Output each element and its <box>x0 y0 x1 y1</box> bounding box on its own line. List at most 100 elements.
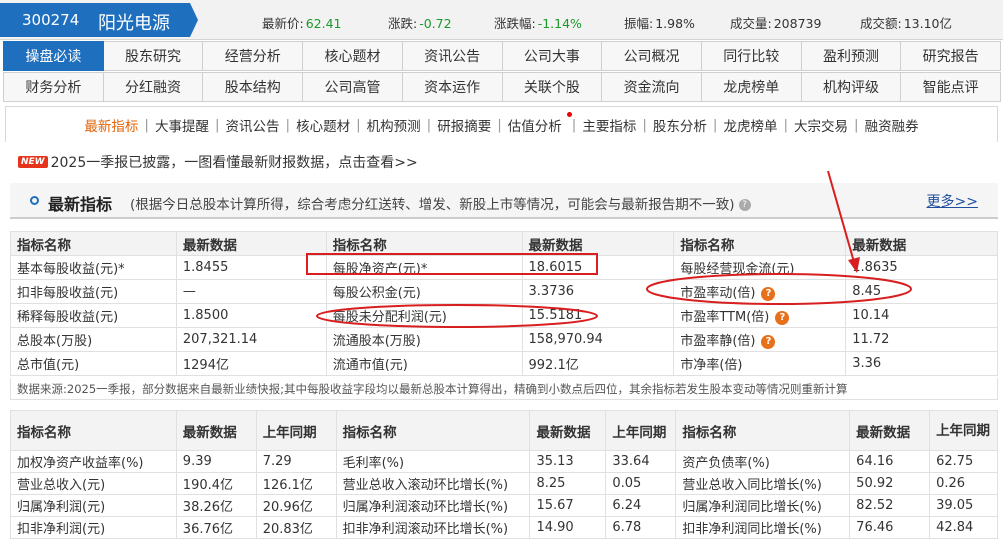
nav-tab[interactable]: 财务分析 <box>3 72 104 102</box>
section-desc: (根据今日总股本计算所得，综合考虑分红送转、增发、新股上市等情况，可能会与最新报… <box>130 193 751 213</box>
nav-tab[interactable]: 股本结构 <box>203 72 304 102</box>
main-nav-row-2: 财务分析 分红融资 股本结构 公司高管 资本运作 关联个股 资金流向 龙虎榜单 机构评级 智能点评 <box>3 72 1002 102</box>
quote-item: 成交量: 208739 <box>730 13 821 32</box>
subnav-item[interactable]: 融资融券 <box>859 115 925 135</box>
indicator-value: 992.1亿 <box>521 351 675 376</box>
subnav-item[interactable]: 估值分析 <box>502 111 572 135</box>
help-icon[interactable]: ? <box>761 286 776 301</box>
nav-tab[interactable]: 股东研究 <box>103 41 204 71</box>
nav-tab[interactable]: 核心题材 <box>303 41 403 71</box>
subnav-label: 资讯公告 <box>225 118 280 135</box>
subnav-item[interactable]: 研报摘要 <box>431 115 497 135</box>
subnav-item[interactable]: 大宗交易 <box>788 115 854 135</box>
nav-tab[interactable]: 智能点评 <box>901 72 1002 102</box>
subnav-item[interactable]: 主要指标 <box>576 115 642 135</box>
table-row: 稀释每股收益(元) 1.8500 每股未分配利润(元) 15.5181 市盈率TTM(倍… <box>10 303 998 328</box>
column-header: 上年同期 <box>929 410 998 451</box>
help-icon[interactable]: ? <box>775 310 790 325</box>
subnav-item[interactable]: 资讯公告 <box>220 115 286 135</box>
subnav-item[interactable]: 机构预测 <box>361 115 427 135</box>
indicator-value: — <box>175 279 327 304</box>
nav-tab[interactable]: 资金流向 <box>602 72 702 102</box>
nav-tab[interactable]: 资讯公告 <box>402 41 503 71</box>
subnav-label: 机构预测 <box>366 118 421 135</box>
help-icon[interactable]: ? <box>761 334 776 349</box>
indicator-name: 市盈率静(倍)? <box>673 327 847 352</box>
subnav-label: 主要指标 <box>582 118 637 135</box>
column-header: 指标名称 <box>673 231 847 256</box>
nav-tab[interactable]: 操盘必读 <box>3 41 104 71</box>
indicator-value: 15.5181 <box>521 303 675 328</box>
nav-tab[interactable]: 同行比较 <box>701 41 802 71</box>
indicator-name: 基本每股收益(元)* <box>10 255 177 280</box>
indicator-value: 10.14 <box>845 303 998 328</box>
indicator-name: 营业总收入同比增长(%) <box>675 472 851 495</box>
table-row: 基本每股收益(元)* 1.8455 每股净资产(元)* 18.6015 每股经营现金流(… <box>10 255 998 280</box>
notice-banner[interactable]: NEW 2025一季报已披露，一图看懂最新财报数据，点击查看>> <box>18 152 418 172</box>
indicator-value: 7.29 <box>255 450 337 473</box>
latest-indicators-table: 指标名称 最新数据 指标名称 最新数据 指标名称 最新数据 基本每股收益(元)* 1.8455… <box>10 231 998 376</box>
indicator-name: 扣非净利润(元) <box>10 516 177 539</box>
indicator-value: 8.45 <box>845 279 998 304</box>
subnav-label: 大宗交易 <box>794 118 849 135</box>
nav-tab[interactable]: 研究报告 <box>901 41 1002 71</box>
indicator-value: 11.72 <box>845 327 998 352</box>
quote-value: 62.41 <box>305 16 342 31</box>
stock-code-box[interactable]: 300274 阳光电源 <box>0 3 198 37</box>
nav-tab[interactable]: 龙虎榜单 <box>701 72 802 102</box>
subnav-item[interactable]: 股东分析 <box>647 115 713 135</box>
nav-tab[interactable]: 关联个股 <box>502 72 603 102</box>
quote-value: 208739 <box>773 16 822 31</box>
indicator-name: 扣非每股收益(元) <box>10 279 177 304</box>
source-note: 数据来源:2025一季报，部分数据来自最新业绩快报;其中每股收益字段均以最新总股… <box>10 378 998 400</box>
indicator-name: 毛利率(%) <box>335 450 531 473</box>
nav-tab[interactable]: 机构评级 <box>801 72 902 102</box>
subnav-label: 大事提醒 <box>154 118 209 135</box>
indicator-value: 1294亿 <box>175 351 327 376</box>
quote-value: 13.10亿 <box>903 16 953 31</box>
nav-tab[interactable]: 公司大事 <box>502 41 603 71</box>
quote-item: 涨跌: -0.72 <box>388 13 452 32</box>
indicator-value: 8.25 <box>529 472 607 495</box>
indicator-name: 每股未分配利润(元) <box>325 303 523 328</box>
nav-tab[interactable]: 公司高管 <box>303 72 403 102</box>
indicator-value: 64.16 <box>849 450 931 473</box>
subnav-label: 股东分析 <box>652 118 707 135</box>
subnav-item[interactable]: 大事提醒 <box>149 115 215 135</box>
indicator-value: 207,321.14 <box>175 327 327 352</box>
column-header: 最新数据 <box>175 410 257 451</box>
indicator-name: 营业总收入(元) <box>10 472 177 495</box>
subnav-item[interactable]: 最新指标 <box>78 115 144 135</box>
subnav-label: 最新指标 <box>84 118 139 135</box>
table-row: 加权净资产收益率(%) 9.39 7.29 毛利率(%) 35.13 33.64 资产负债率… <box>10 450 998 473</box>
more-link[interactable]: 更多>> <box>927 191 978 211</box>
quote-value: 1.98% <box>655 16 695 31</box>
column-header: 指标名称 <box>325 231 523 256</box>
stock-header: 300274 阳光电源 最新价: 62.41 涨跌: -0.72 涨跌幅: -1.14% 振… <box>0 0 1003 40</box>
table-header-row: 指标名称 最新数据 上年同期 指标名称 最新数据 上年同期 指标名称 最新数据 上年同期 <box>10 410 998 451</box>
circle-icon <box>30 196 39 205</box>
quote-label: 最新价: <box>262 16 304 31</box>
indicator-value: 1.8455 <box>175 255 327 280</box>
nav-tab[interactable]: 经营分析 <box>203 41 304 71</box>
stock-name: 阳光电源 <box>98 13 170 34</box>
nav-tab[interactable]: 分红融资 <box>103 72 204 102</box>
indicator-name: 归属净利润(元) <box>10 494 177 517</box>
financial-indicators-table: 指标名称 最新数据 上年同期 指标名称 最新数据 上年同期 指标名称 最新数据 上年同期 加权净资… <box>10 410 998 539</box>
subnav-label: 研报摘要 <box>437 118 492 135</box>
notice-text[interactable]: 2025一季报已披露，一图看懂最新财报数据，点击查看>> <box>51 152 418 172</box>
indicator-value: 3.36 <box>845 351 998 376</box>
nav-tab[interactable]: 公司概况 <box>602 41 702 71</box>
indicator-name: 归属净利润同比增长(%) <box>675 494 851 517</box>
stock-code: 300274 <box>22 11 80 29</box>
quote-item: 涨跌幅: -1.14% <box>494 13 582 32</box>
indicator-name: 扣非净利润滚动环比增长(%) <box>335 516 531 539</box>
nav-tab[interactable]: 资本运作 <box>402 72 503 102</box>
subnav-item[interactable]: 龙虎榜单 <box>717 115 783 135</box>
help-icon[interactable]: ? <box>738 199 751 211</box>
nav-tab[interactable]: 盈利预测 <box>801 41 902 71</box>
indicator-name: 扣非净利润同比增长(%) <box>675 516 851 539</box>
subnav-item[interactable]: 核心题材 <box>290 115 356 135</box>
subnav-label: 核心题材 <box>296 118 351 135</box>
indicator-value: 0.26 <box>929 472 998 495</box>
